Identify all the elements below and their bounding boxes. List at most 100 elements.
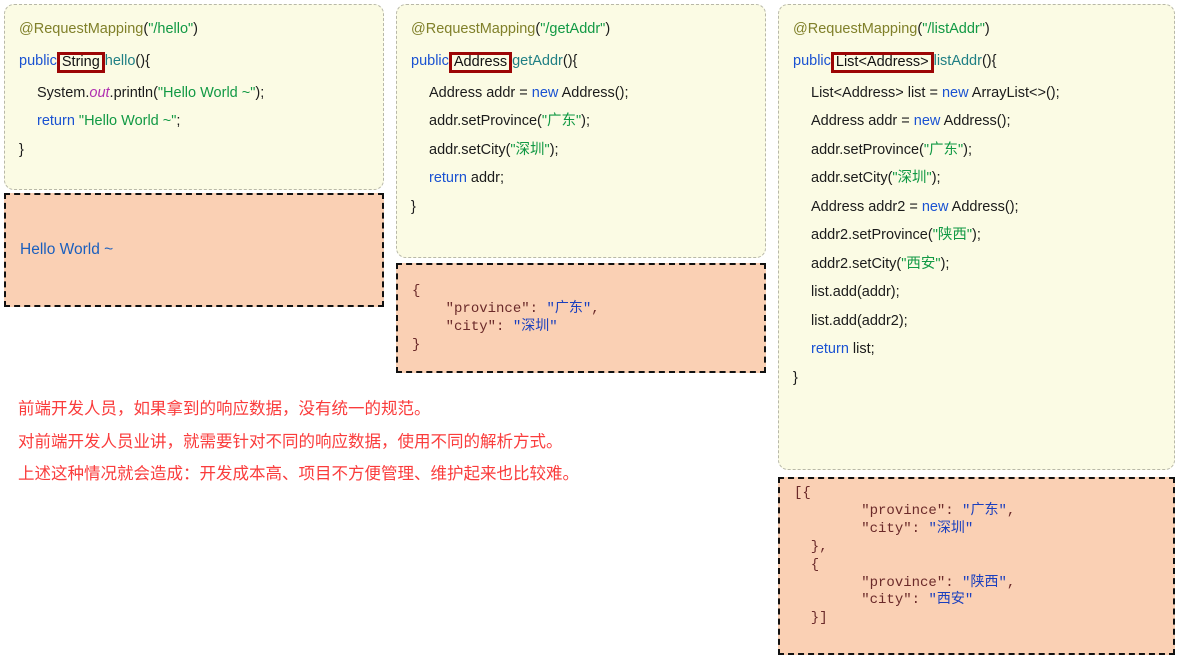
signature-tail: (){ [562,52,578,69]
modifier-public: public [793,52,831,69]
return-target: addr; [466,170,504,187]
modifier-public: public [19,52,57,69]
method-name-getaddr: getAddr [512,52,563,69]
city2-value: "西安" [901,255,941,272]
annotation-line-getaddr: @RequestMapping("/getAddr") [411,15,751,44]
signature-line-getaddr: public Address getAddr(){ [411,44,751,79]
decl-suffix: Address(); [558,84,629,101]
code-card-getaddr: @RequestMapping("/getAddr") public Addres… [396,4,766,258]
decl-prefix: List<Address> list = [811,84,942,101]
set-city-line: addr.setCity("深圳"); [793,164,1160,193]
json-value: ″广东″ [546,300,592,317]
json-key: ″province″ [445,300,530,317]
decl-suffix: Address(); [948,198,1019,215]
json-key: ″city″ [861,520,912,537]
code-card-listaddr: @RequestMapping("/listAddr") public List<… [778,4,1175,470]
closing-brace-hello: } [19,141,24,158]
list-add-addr2-line: list.add(addr2); [811,312,908,329]
decl-prefix: Address addr2 = [811,198,922,215]
json-value: ″深圳″ [512,318,558,335]
call-prefix: addr2.setProvince( [811,227,933,244]
paren-close: ) [984,21,990,37]
new-arraylist-line: List<Address> list = new ArrayList<>(); [793,79,1160,108]
json-key: ″province″ [861,502,946,519]
println-string: "Hello World ~" [157,84,256,101]
json-body-listaddr: [{ ″province″: ″广东″, ″city″: ″深圳″ }, { ″… [794,485,1159,628]
return-tail: ; [176,113,181,130]
province2-value: "陕西" [932,227,972,244]
decl-prefix: Address addr = [429,84,532,101]
new-address2-line: Address addr2 = new Address(); [793,193,1160,222]
hello-response-text: Hello World ~ [20,241,114,258]
set-province2-line: addr2.setProvince("陕西"); [793,221,1160,250]
new-keyword: new [921,198,949,215]
signature-line-listaddr: public List<Address> listAddr(){ [793,44,1160,79]
return-target: list; [848,341,875,358]
json-line: ″city″: ″西安″ [794,592,1159,610]
call-suffix: ); [581,113,590,130]
json-key: ″city″ [861,592,912,609]
decl-suffix: ArrayList<>(); [968,84,1060,101]
request-mapping-annotation: @RequestMapping [411,21,536,37]
signature-tail: (){ [135,52,150,69]
new-address-line: Address addr = new Address(); [793,107,1160,136]
output-box-listaddr: [{ ″province″: ″广东″, ″city″: ″深圳″ }, { ″… [778,477,1175,655]
println-call: .println( [109,84,158,101]
highlighted-return-type-list: List<Address> [830,51,934,73]
json-colon: : [911,520,929,537]
json-comma: , [1006,574,1016,591]
note-line-2: 对前端开发人员业讲，就需要针对不同的响应数据，使用不同的解析方式。 [18,432,563,451]
json-value: ″西安″ [928,592,974,609]
json-body-getaddr: { ″province″: ″广东″, ″city″: ″深圳″ } [412,275,750,355]
new-address-line: Address addr = new Address(); [411,79,751,108]
code-card-hello: @RequestMapping("/hello") public String he… [4,4,384,190]
province-value: "广东" [541,113,582,130]
call-prefix: addr.setProvince( [811,141,924,158]
paren-close: ) [605,21,611,37]
call-suffix: ); [931,170,941,187]
json-value: ″陕西″ [962,574,1007,591]
call-suffix: ); [972,227,981,244]
output-box-getaddr: { ″province″: ″广东″, ″city″: ″深圳″ } [396,263,766,373]
system-prefix: System. [37,84,90,101]
json-line: [{ [794,485,1159,503]
request-mapping-annotation: @RequestMapping [19,21,144,37]
return-keyword: return [811,341,849,358]
paren-close: ) [193,21,199,37]
call-suffix: ); [963,141,972,158]
json-line: }] [794,610,1159,628]
output-box-hello: Hello World ~ [4,193,384,307]
annotation-line-hello: @RequestMapping("/hello") [19,15,369,44]
return-keyword: return [37,113,75,130]
json-value: ″广东″ [962,502,1007,519]
json-line: ″city″: ″深圳″ [794,521,1159,539]
println-line: System.out.println("Hello World ~"); [19,79,369,108]
method-name-listaddr: listAddr [933,52,982,69]
mapping-path-getaddr: "/getAddr" [540,21,606,37]
json-brace: }] [794,610,828,627]
out-field: out [89,84,110,101]
new-keyword: new [531,84,559,101]
set-city-line: addr.setCity("深圳"); [411,136,751,165]
json-brace: [{ [794,485,811,501]
call-prefix: addr.setCity( [429,141,511,158]
set-province-line: addr.setProvince("广东"); [793,136,1160,165]
json-colon: : [529,300,547,317]
json-line: { [794,557,1159,575]
return-line-hello: return "Hello World ~"; [19,107,369,136]
list-add-addr-line: list.add(addr); [811,284,900,301]
json-line: }, [794,539,1159,557]
json-line: ″province″: ″陕西″, [794,575,1159,593]
decl-prefix: Address addr = [811,113,914,130]
json-line: ″province″: ″广东″, [794,503,1159,521]
new-keyword: new [913,113,941,130]
method-name-hello: hello [104,52,136,69]
json-colon: : [945,574,963,591]
city-value: "深圳" [510,141,550,158]
highlighted-return-type-address: Address [448,51,513,73]
note-line-3: 上述这种情况就会造成：开发成本高、项目不方便管理、维护起来也比较难。 [18,465,579,483]
